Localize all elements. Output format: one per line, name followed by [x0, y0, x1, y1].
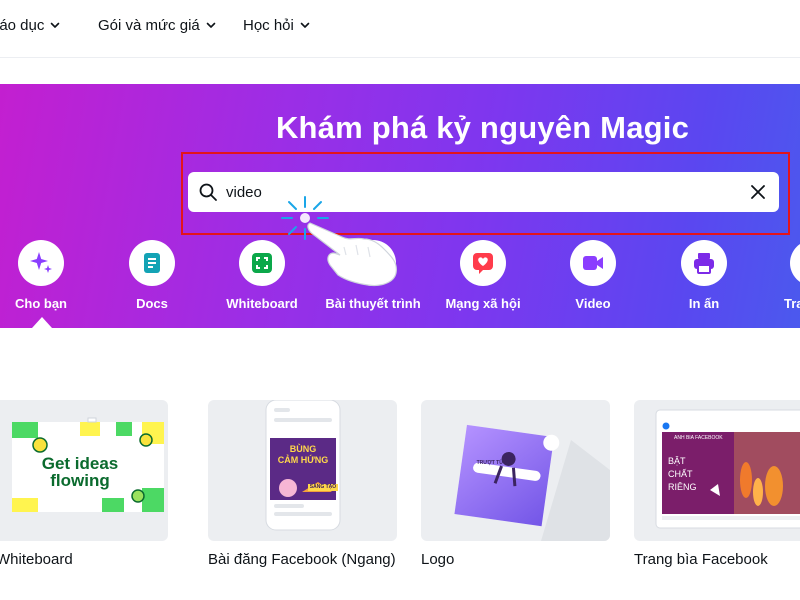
- template-card-facebook-cover[interactable]: ANH BIA FACEBOOK BẬT CHẤT RIÊNG: [634, 400, 800, 541]
- heart-icon: [473, 253, 493, 274]
- category-bubble: [18, 240, 64, 286]
- category-label: Video: [575, 296, 611, 311]
- search-icon: [199, 183, 217, 201]
- active-category-indicator: [32, 317, 52, 328]
- category-social-media[interactable]: Mạng xã hội: [428, 240, 538, 311]
- logo-thumbnail: [454, 424, 610, 541]
- sparkle-icon: [30, 252, 52, 273]
- thumb-line-2: CẢM HỨNG: [277, 455, 329, 465]
- thumb-line-3: RIÊNG: [668, 482, 697, 492]
- category-row: Cho bạn Docs Whiteboard Bài thuyết trình…: [0, 240, 800, 328]
- category-bubble: [239, 240, 285, 286]
- template-label[interactable]: Whiteboard: [0, 551, 73, 568]
- thumb-tag: SÁNG TẠO: [308, 484, 338, 491]
- category-video[interactable]: Video: [538, 240, 648, 311]
- category-label: Bài thuyết trình: [325, 296, 421, 311]
- category-label: Tra: [784, 296, 800, 311]
- template-label[interactable]: Bài đăng Facebook (Ngang): [208, 551, 396, 568]
- category-bubble: [350, 240, 396, 286]
- thumb-line-2: CHẤT: [668, 469, 693, 479]
- category-bubble: [460, 240, 506, 286]
- chevron-down-icon: [206, 22, 216, 28]
- category-for-you[interactable]: Cho bạn: [0, 240, 96, 311]
- thumb-line-1: BÙNG: [289, 444, 317, 454]
- whiteboard-icon: [252, 253, 272, 273]
- thumb-line-1: BẬT: [668, 456, 686, 466]
- nav-education-label: iáo dục: [0, 16, 45, 34]
- category-website[interactable]: Tra: [760, 240, 800, 311]
- printer-icon: [694, 253, 714, 274]
- page: iáo dục Gói và mức giá Học hỏi Khám phá …: [0, 0, 800, 600]
- template-card-whiteboard[interactable]: Get ideas flowing: [0, 400, 168, 541]
- category-presentation[interactable]: Bài thuyết trình: [318, 240, 428, 311]
- category-bubble: [790, 240, 800, 286]
- hero-title: Khám phá kỷ nguyên Magic: [275, 110, 690, 145]
- template-label[interactable]: Trang bìa Facebook: [634, 551, 768, 568]
- close-icon[interactable]: [749, 183, 767, 201]
- thumb-line-2: flowing: [50, 471, 110, 490]
- cover-thumbnail: [655, 409, 800, 529]
- top-navigation: iáo dục Gói và mức giá Học hỏi: [0, 0, 800, 58]
- nav-pricing-label: Gói và mức giá: [98, 16, 200, 34]
- presentation-icon: [363, 255, 383, 273]
- category-label: Whiteboard: [226, 296, 298, 311]
- category-docs[interactable]: Docs: [97, 240, 207, 311]
- category-label: In ấn: [688, 296, 720, 311]
- category-label: Docs: [136, 296, 168, 311]
- category-bubble: [570, 240, 616, 286]
- template-card-facebook-post[interactable]: BÙNG CẢM HỨNG SÁNG TẠO: [208, 400, 397, 541]
- video-icon: [583, 256, 603, 270]
- thumb-header: ANH BIA FACEBOOK: [674, 435, 723, 441]
- chevron-down-icon: [51, 22, 60, 28]
- category-whiteboard[interactable]: Whiteboard: [207, 240, 317, 311]
- category-bubble: [681, 240, 727, 286]
- phone-thumbnail: [265, 400, 341, 531]
- category-label: Cho bạn: [15, 296, 67, 311]
- nav-learn[interactable]: Học hỏi: [243, 15, 310, 35]
- category-bubble: [129, 240, 175, 286]
- docs-icon: [144, 253, 160, 273]
- thumb-line-1: Get ideas: [41, 454, 119, 473]
- template-card-logo[interactable]: TRƯỢT TỪ: [421, 400, 610, 541]
- template-label[interactable]: Logo: [421, 551, 454, 568]
- category-print[interactable]: In ấn: [649, 240, 759, 311]
- search-input[interactable]: [226, 180, 726, 204]
- nav-learn-label: Học hỏi: [243, 16, 294, 34]
- thumb-tag: TRƯỢT TỪ: [476, 460, 504, 466]
- nav-pricing[interactable]: Gói và mức giá: [98, 15, 216, 35]
- chevron-down-icon: [300, 22, 310, 28]
- search-bar[interactable]: [188, 172, 779, 212]
- nav-education[interactable]: iáo dục: [0, 15, 60, 35]
- category-label: Mạng xã hội: [445, 296, 521, 311]
